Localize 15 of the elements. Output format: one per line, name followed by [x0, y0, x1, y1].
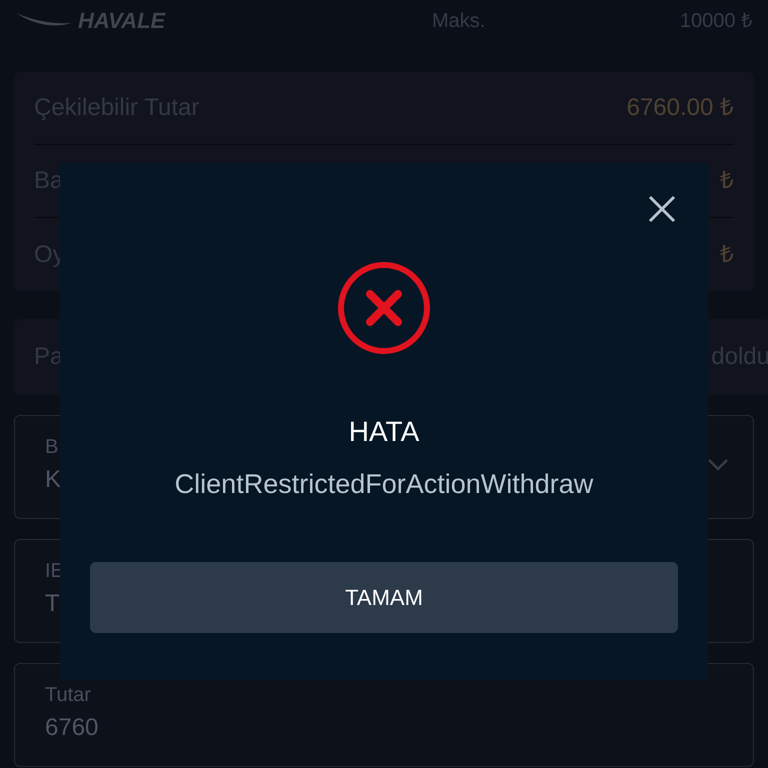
chevron-down-icon: [707, 458, 729, 472]
error-icon: [336, 260, 432, 356]
field-value: 6760: [45, 713, 98, 743]
balance-value: 6760.00 ₺: [626, 93, 734, 123]
field-label: Tutar: [45, 683, 91, 708]
field-value: K: [45, 465, 62, 495]
close-icon: [648, 195, 676, 223]
balance-value: ₺: [720, 240, 734, 270]
field-label: B: [45, 435, 58, 460]
dialog-title: HATA: [348, 418, 420, 446]
field-value: T: [45, 589, 60, 619]
balance-value: ₺: [720, 166, 734, 196]
dialog-message: ClientRestrictedForActionWithdraw: [174, 471, 594, 498]
close-button[interactable]: [646, 193, 678, 225]
ok-button[interactable]: TAMAM: [90, 562, 678, 633]
